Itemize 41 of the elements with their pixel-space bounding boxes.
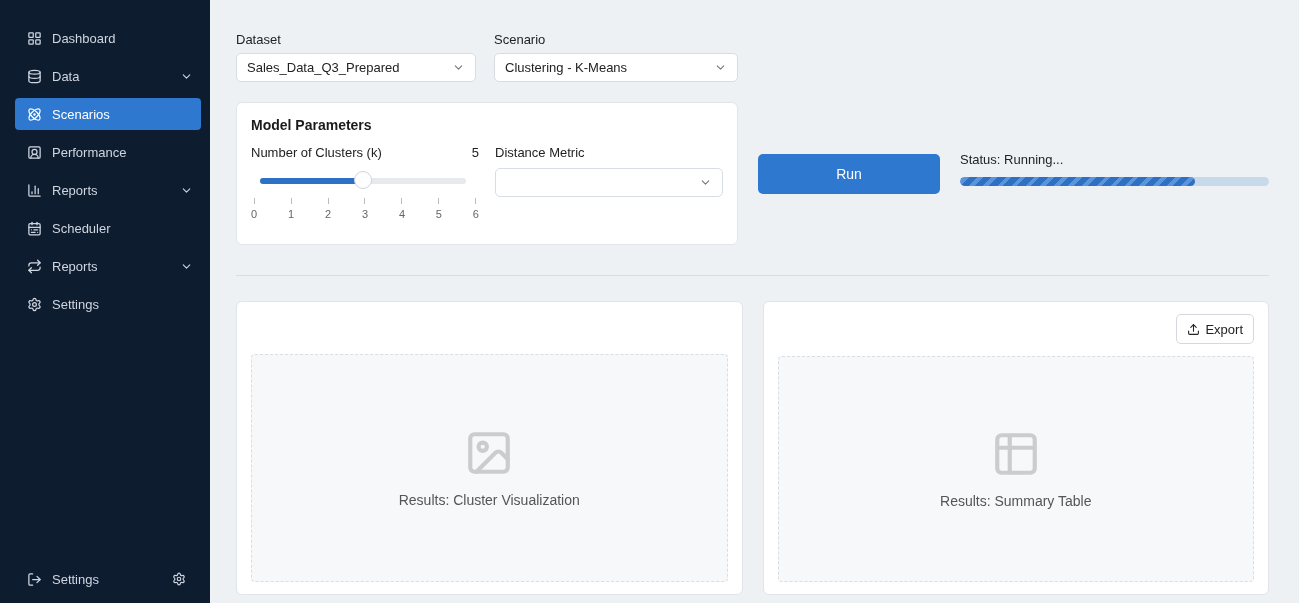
- sidebar-item[interactable]: Data: [15, 60, 201, 92]
- tick-label: 4: [398, 198, 405, 220]
- sidebar-item[interactable]: Scheduler: [15, 212, 201, 244]
- sidebar-item[interactable]: Scenarios: [15, 98, 201, 130]
- run-button[interactable]: Run: [758, 153, 940, 194]
- tick-label: 0: [251, 198, 258, 220]
- sidebar-item[interactable]: Performance: [15, 136, 201, 168]
- database-icon: [27, 68, 42, 84]
- bar-chart-icon: [27, 182, 42, 198]
- placeholder-caption: Results: Summary Table: [940, 493, 1092, 509]
- tick-label: 2: [324, 198, 332, 220]
- atom-icon: [27, 106, 42, 122]
- person-icon: [27, 144, 42, 160]
- settings-icon: [27, 296, 42, 312]
- sidebar-item[interactable]: Settings: [15, 288, 201, 320]
- slider-thumb[interactable]: [354, 171, 372, 189]
- sidebar-item[interactable]: Reports: [15, 250, 201, 282]
- field-label: Dataset: [236, 32, 282, 47]
- export-button[interactable]: Export: [1176, 314, 1254, 344]
- field-label: Scenario: [494, 32, 547, 47]
- upload-icon: [1187, 322, 1201, 336]
- field-label: Distance Metric: [495, 145, 586, 160]
- dropdown[interactable]: Clustering - K-Means: [494, 53, 738, 82]
- tick-label: 6: [472, 198, 479, 220]
- sidebar-item[interactable]: Settings: [15, 563, 202, 595]
- calendar-icon: [27, 220, 42, 236]
- dropdown[interactable]: Sales_Data_Q3_Prepared: [236, 53, 476, 82]
- slider-label: Number of Clusters (k): [251, 145, 382, 160]
- tick-label: 5: [435, 198, 442, 220]
- tick-label: 1: [287, 198, 295, 220]
- repeat-icon: [27, 258, 42, 274]
- sidebar-item[interactable]: Reports: [15, 174, 201, 206]
- grid-icon: [27, 30, 42, 46]
- settings-icon[interactable]: [172, 572, 186, 586]
- sidebar-item[interactable]: Dashboard: [15, 22, 201, 54]
- placeholder-caption: Results: Cluster Visualization: [398, 492, 580, 508]
- logout-icon: [27, 571, 42, 587]
- slider-value: 5: [471, 145, 479, 160]
- card-title: Model Parameters: [251, 117, 373, 133]
- tick-label: 3: [361, 198, 369, 220]
- status-text: Status: Running...: [960, 151, 1065, 167]
